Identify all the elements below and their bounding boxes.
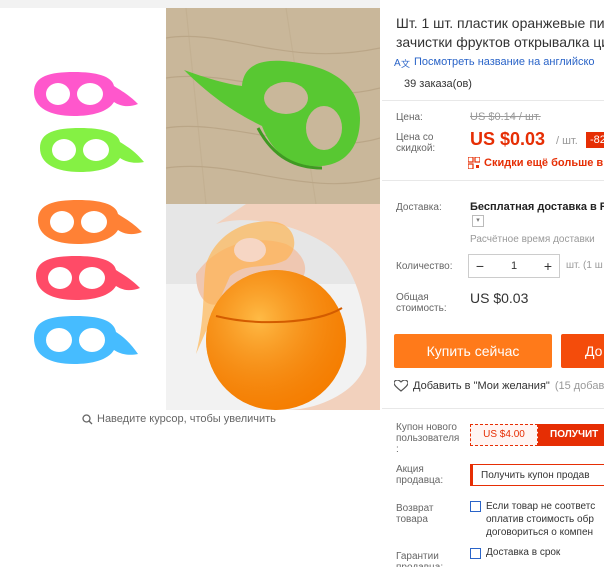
zoom-hint: Наведите курсор, чтобы увеличить	[82, 413, 276, 425]
seller-promo-label: Акция продавца:	[396, 464, 444, 486]
green-peeler-photo	[166, 8, 380, 204]
returns-line3: договориться о компен	[486, 527, 594, 538]
divider	[382, 100, 604, 101]
wishlist-label[interactable]: Добавить в "Мои желания"	[413, 380, 550, 392]
magnifier-icon	[82, 413, 93, 424]
svg-text:文: 文	[401, 58, 410, 68]
add-to-cart-button[interactable]: До	[561, 334, 604, 368]
discount-price: US $0.03	[470, 129, 546, 149]
heart-icon	[394, 380, 408, 392]
buy-now-button[interactable]: Купить сейчас	[394, 334, 552, 368]
orange-peeling-photo	[166, 204, 380, 410]
seller-guarantee-label: Гарантии продавца:	[396, 551, 443, 567]
discount-badge: -82	[586, 132, 604, 148]
returns-icon	[470, 501, 481, 512]
translate-icon: A 文	[394, 58, 410, 68]
translate-title-link[interactable]: A 文 Посмотреть название на английско	[394, 56, 595, 68]
shipping-estimate: Расчётное время доставки	[470, 234, 595, 245]
returns-policy-text: Если товар не соответс оплатив стоимость…	[486, 500, 595, 539]
quantity-available-note: шт. (1 ш	[566, 260, 603, 271]
new-user-coupon-label: Купон нового пользователя :	[396, 422, 460, 455]
guarantee-text: Доставка в срок	[486, 547, 561, 558]
divider	[382, 408, 604, 409]
returns-line1: Если товар не соответс	[486, 501, 596, 512]
add-to-wishlist-link[interactable]: Добавить в "Мои желания" (15 добав	[394, 380, 604, 392]
quantity-decrease-button[interactable]: −	[469, 258, 491, 274]
get-coupon-button[interactable]: ПОЛУЧИТ	[538, 424, 604, 446]
returns-label: Возврат товара	[396, 503, 434, 525]
blue-peeler	[34, 316, 138, 364]
wishlist-count: (15 добав	[554, 380, 604, 392]
returns-line2: оплатив стоимость обр	[486, 514, 594, 525]
translate-link-text[interactable]: Посмотреть название на английско	[414, 56, 595, 68]
shipping-label: Доставка:	[396, 202, 442, 213]
price-per-unit: / шт.	[556, 135, 578, 147]
total-cost-value: US $0.03	[470, 290, 529, 306]
shipping-method[interactable]: Бесплатная доставка в Ru	[470, 201, 604, 213]
svg-text:A: A	[394, 58, 401, 68]
discount-price-label: Цена со скидкой:	[396, 132, 436, 154]
orange-peeler	[38, 200, 142, 244]
total-cost-label: Общая стоимость:	[396, 292, 447, 314]
guarantee-icon	[470, 548, 481, 559]
new-user-coupon[interactable]: US $4.00 ПОЛУЧИТ	[470, 424, 604, 446]
orders-count: 39 заказа(ов)	[404, 78, 472, 90]
green-peeler	[40, 128, 144, 172]
product-title-line1: Шт. 1 шт. пластик оранжевые пил	[396, 15, 604, 31]
quantity-input[interactable]: 1	[491, 260, 537, 272]
pink-peeler	[34, 72, 138, 116]
red-peeler	[36, 256, 140, 300]
product-title: Шт. 1 шт. пластик оранжевые пил зачистки…	[396, 14, 604, 52]
app-deal-link[interactable]: Скидки ещё больше в п	[468, 157, 604, 169]
app-deal-text[interactable]: Скидки ещё больше в п	[484, 157, 604, 169]
get-seller-coupon-button[interactable]: Получить купон продав	[470, 464, 604, 486]
quantity-increase-button[interactable]: +	[537, 258, 559, 274]
chevron-down-icon[interactable]: ▾	[472, 215, 484, 227]
quantity-stepper[interactable]: − 1 +	[468, 254, 560, 278]
original-price: US $0.14 / шт.	[470, 111, 541, 123]
divider	[382, 180, 604, 181]
product-title-line2: зачистки фруктов открывалка цит	[396, 34, 604, 50]
price-label: Цена:	[396, 112, 423, 123]
product-info-panel: Шт. 1 шт. пластик оранжевые пил зачистки…	[382, 0, 604, 567]
zoom-hint-text: Наведите курсор, чтобы увеличить	[97, 413, 276, 425]
quantity-label: Количество:	[396, 261, 453, 272]
product-image-gallery[interactable]	[0, 0, 380, 410]
qr-code-icon	[468, 157, 480, 169]
coupon-value: US $4.00	[470, 424, 538, 446]
product-variants-image	[34, 72, 144, 364]
